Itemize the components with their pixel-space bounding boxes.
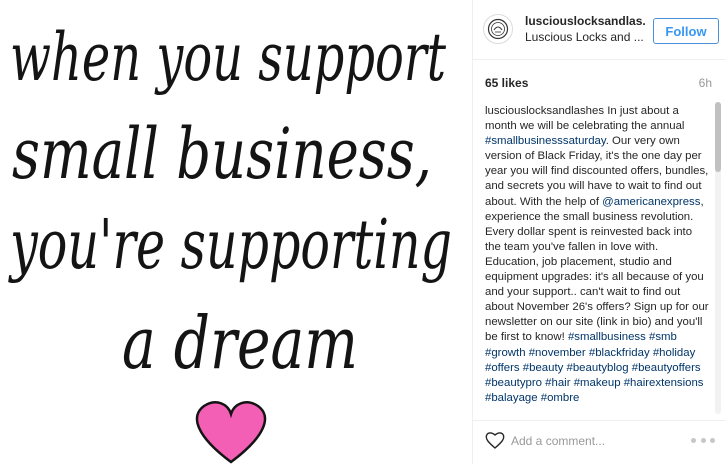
caption-scroll-area[interactable]: lusciouslocksandlashes In just about a m…: [485, 104, 711, 414]
heart-outline-icon[interactable]: [485, 431, 505, 449]
hashtag-link[interactable]: #smallbusiness: [568, 331, 646, 343]
hashtag-link[interactable]: #november: [529, 347, 586, 359]
hashtag-link[interactable]: #beautypro: [485, 377, 542, 389]
caption-scrollbar[interactable]: [715, 102, 721, 414]
hashtag-link[interactable]: #offers: [485, 362, 520, 374]
avatar[interactable]: [483, 14, 513, 44]
hashtag-link[interactable]: #beautyoffers: [632, 362, 701, 374]
caption-segment: , experience the small business revoluti…: [485, 195, 709, 344]
more-dot: [691, 437, 696, 443]
scrollbar-thumb[interactable]: [715, 102, 721, 172]
more-dot: [710, 437, 715, 443]
comment-bar: [473, 420, 726, 464]
pink-heart-icon: [195, 401, 267, 464]
caption-author-link[interactable]: lusciouslocksandlashes: [485, 105, 604, 117]
hashtag-link[interactable]: #hairextensions: [624, 377, 704, 389]
more-dot: [700, 437, 706, 443]
post-header: lusciouslocksandlas... Luscious Locks an…: [473, 0, 726, 60]
hashtag-link[interactable]: #ombre: [541, 392, 580, 404]
hashtag-link[interactable]: @americanexpress: [602, 196, 700, 208]
username-link[interactable]: lusciouslocksandlas...: [525, 14, 645, 28]
comment-input[interactable]: [511, 431, 661, 451]
caption-text: lusciouslocksandlashes In just about a m…: [485, 104, 711, 406]
hashtag-link[interactable]: #beauty: [523, 362, 564, 374]
post-image[interactable]: when you support small business, you're …: [0, 0, 472, 464]
quote-line-4: a dream: [122, 301, 358, 385]
post-side-panel: lusciouslocksandlas... Luscious Locks an…: [472, 0, 726, 464]
like-count[interactable]: 65 likes: [485, 76, 528, 90]
hashtag-link[interactable]: #balayage: [485, 392, 538, 404]
hashtag-link[interactable]: #smallbusinesssaturday: [485, 135, 606, 147]
post-image-artwork: when you support small business, you're …: [8, 19, 452, 464]
account-subtitle[interactable]: Luscious Locks and ...: [525, 30, 645, 44]
more-options-icon[interactable]: [691, 431, 715, 449]
brand-logo-icon: [487, 18, 509, 40]
hashtag-link[interactable]: #hair: [545, 377, 570, 389]
hashtag-link[interactable]: #smb: [649, 331, 677, 343]
hashtag-link[interactable]: #beautyblog: [567, 362, 629, 374]
hashtag-link[interactable]: #holiday: [653, 347, 695, 359]
post-time[interactable]: 6h: [699, 76, 712, 90]
quote-line-2: small business,: [12, 113, 432, 195]
hashtag-link[interactable]: #growth: [485, 347, 526, 359]
hashtag-link[interactable]: #blackfriday: [589, 347, 650, 359]
quote-line-3: you're supporting: [8, 206, 452, 285]
quote-line-1: when you support: [10, 19, 446, 96]
follow-button[interactable]: Follow: [653, 18, 719, 44]
hashtag-link[interactable]: #makeup: [574, 377, 621, 389]
